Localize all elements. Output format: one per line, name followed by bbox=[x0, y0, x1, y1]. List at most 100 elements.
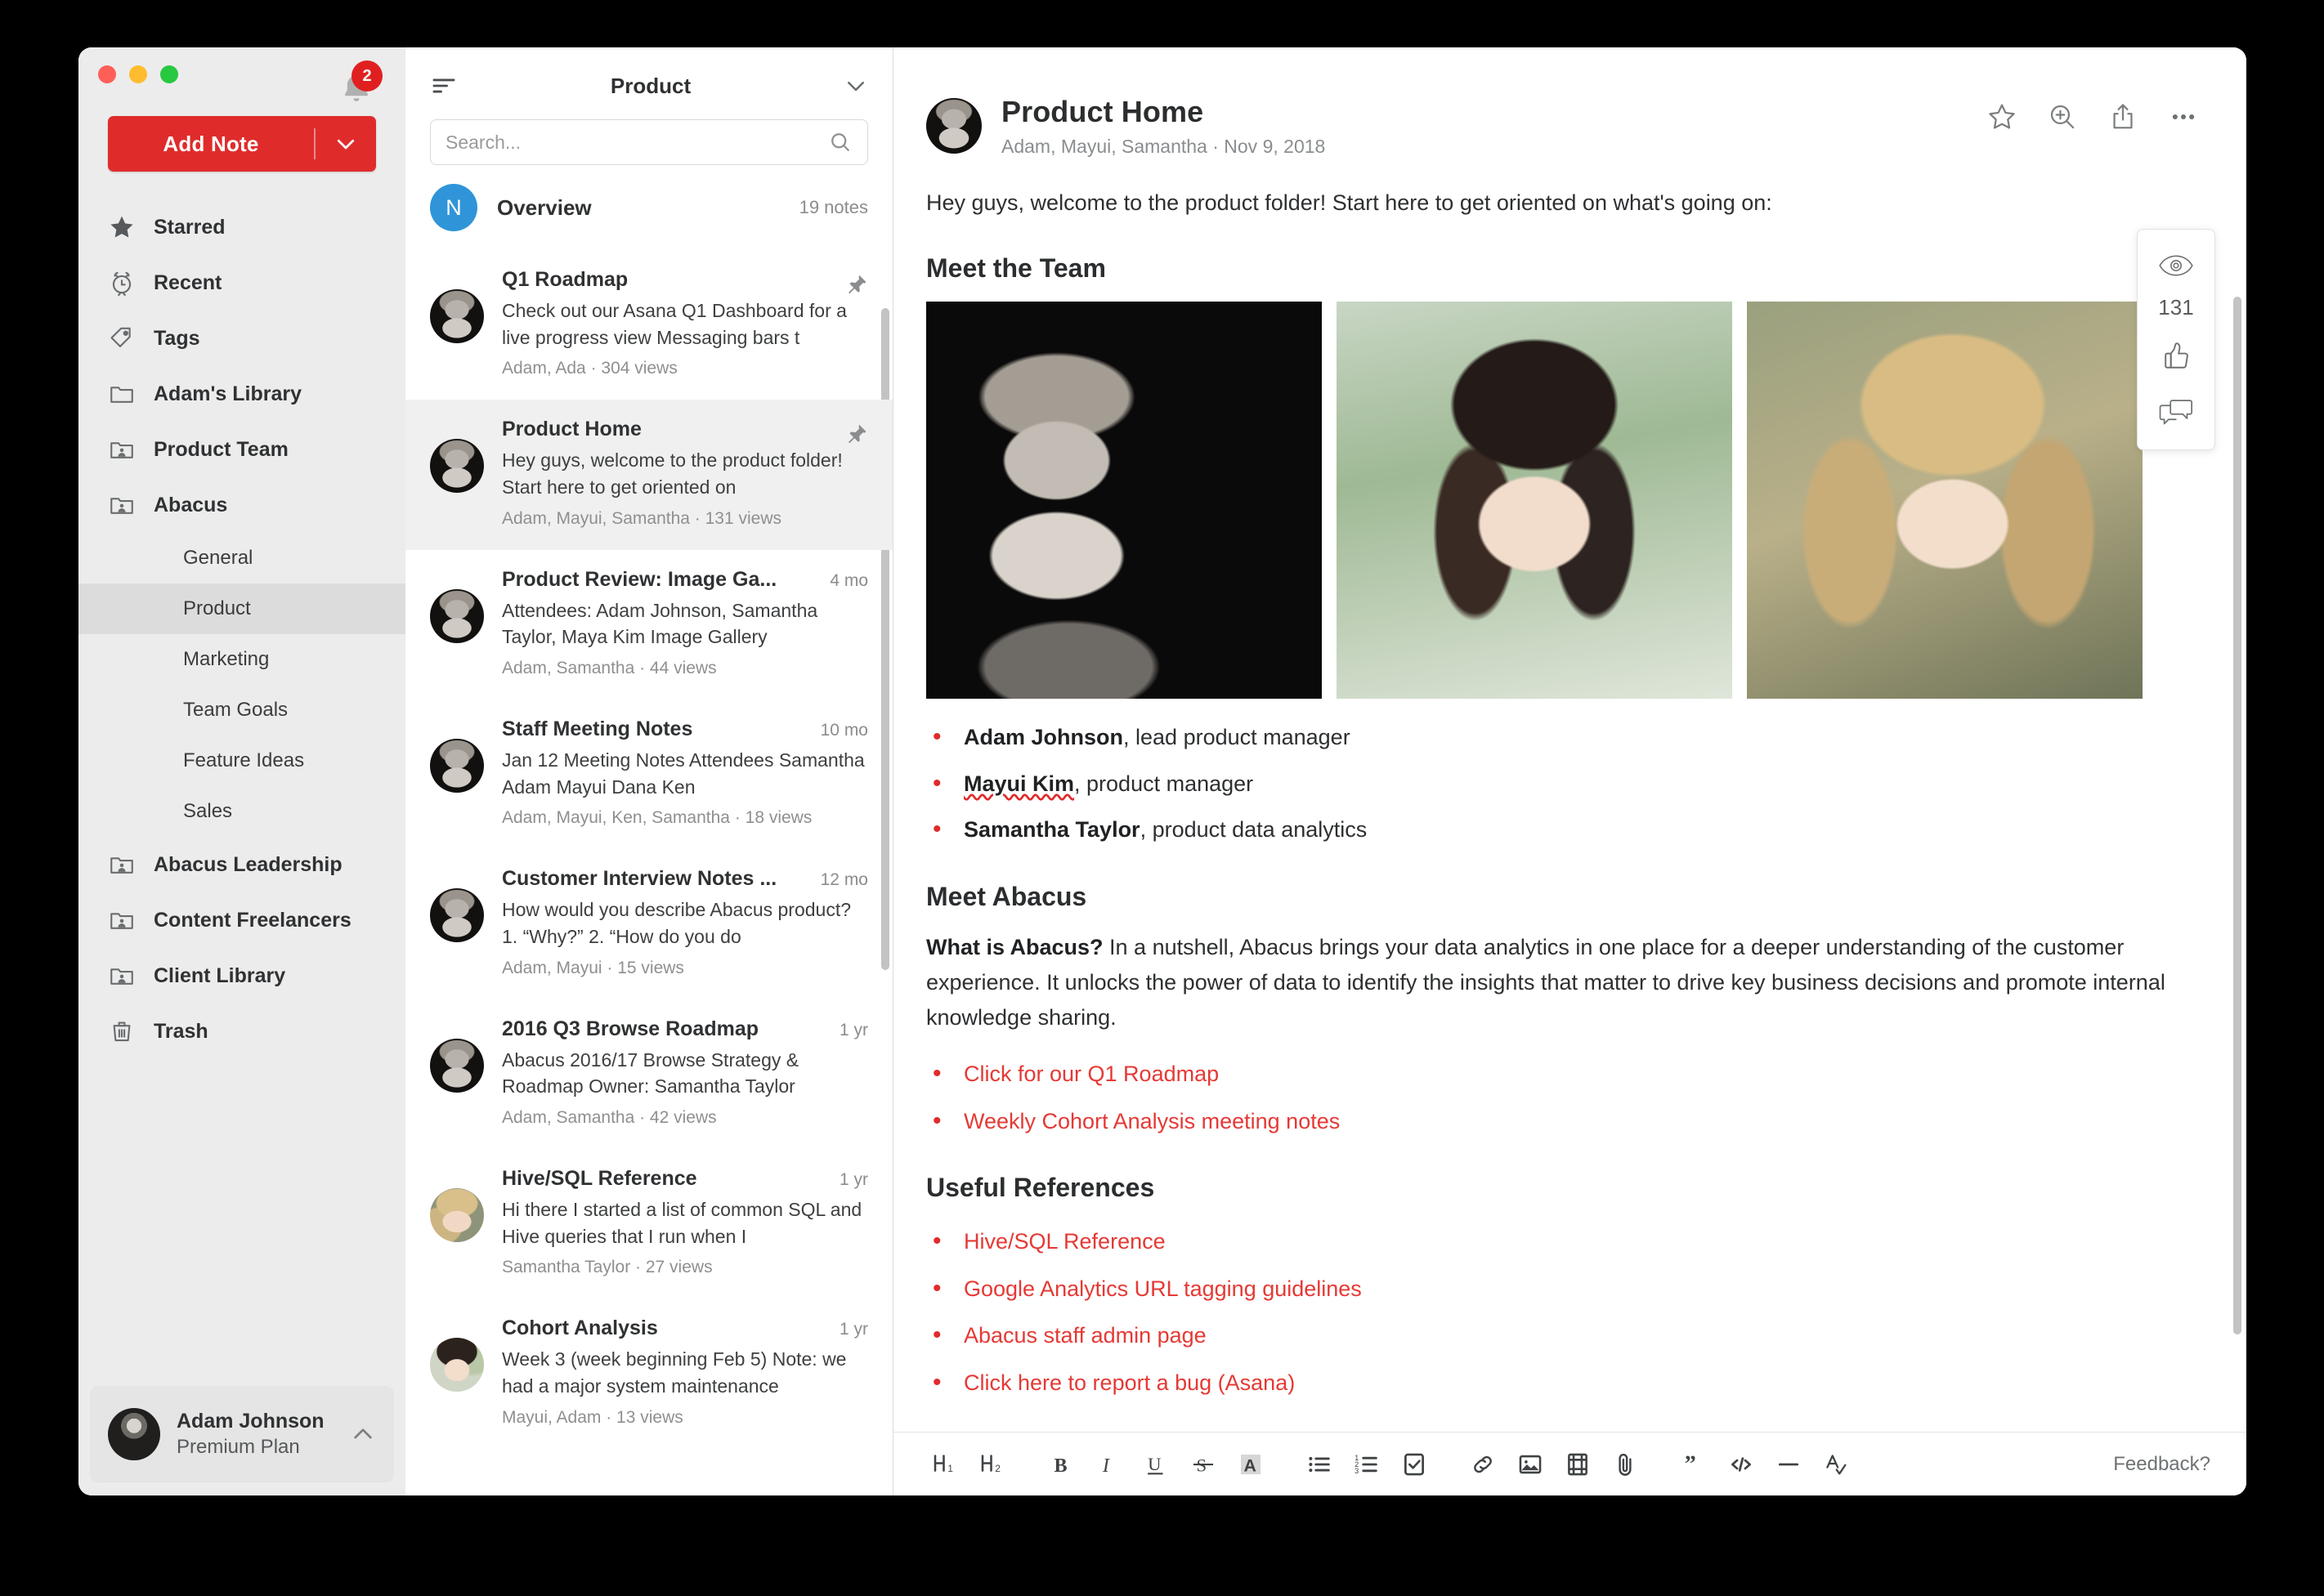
note-list-item[interactable]: Customer Interview Notes ... 12 mo How w… bbox=[405, 849, 893, 999]
note-title: 2016 Q3 Browse Roadmap bbox=[502, 1017, 759, 1040]
note-title: Product Review: Image Ga... bbox=[502, 567, 777, 591]
link-abacus-staff-admin[interactable]: Abacus staff admin page bbox=[964, 1323, 1207, 1348]
attachment-icon[interactable] bbox=[1601, 1441, 1649, 1488]
search-bar[interactable] bbox=[430, 119, 868, 165]
sidebar-item-tags[interactable]: Tags bbox=[78, 311, 405, 366]
sidebar-item-label: Content Freelancers bbox=[154, 908, 352, 932]
strikethrough-icon[interactable]: S bbox=[1180, 1441, 1227, 1488]
add-note-button[interactable]: Add Note bbox=[108, 116, 376, 172]
horizontal-rule-icon[interactable] bbox=[1765, 1441, 1812, 1488]
pin-icon[interactable] bbox=[845, 422, 868, 445]
overview-row[interactable]: N Overview 19 notes bbox=[405, 165, 893, 250]
note-content[interactable]: Hey guys, welcome to the product folder!… bbox=[893, 158, 2246, 1432]
note-list-title: Product bbox=[610, 73, 692, 98]
notifications-button[interactable]: 2 bbox=[337, 60, 383, 108]
link-hive-sql-reference[interactable]: Hive/SQL Reference bbox=[964, 1229, 1166, 1254]
sidebar-subitem-general[interactable]: General bbox=[78, 533, 405, 583]
code-icon[interactable] bbox=[1717, 1441, 1765, 1488]
video-icon[interactable] bbox=[1554, 1441, 1601, 1488]
svg-text:1: 1 bbox=[947, 1463, 953, 1474]
note-meta: Adam, Ada · 304 views bbox=[502, 359, 678, 378]
bulleted-list-icon[interactable] bbox=[1296, 1441, 1343, 1488]
note-list-item[interactable]: Product Review: Image Ga... 4 mo Attende… bbox=[405, 550, 893, 700]
link-icon[interactable] bbox=[1459, 1441, 1507, 1488]
sidebar-item-label: Trash bbox=[154, 1019, 208, 1043]
samantha-photo bbox=[1747, 302, 2143, 699]
heading-1-icon[interactable]: 1 bbox=[921, 1441, 969, 1488]
link-ga-url-tagging[interactable]: Google Analytics URL tagging guidelines bbox=[964, 1276, 1362, 1301]
sidebar-item-content-freelancers[interactable]: Content Freelancers bbox=[78, 892, 405, 948]
quote-icon[interactable]: ” bbox=[1670, 1441, 1717, 1488]
more-horizontal-icon[interactable] bbox=[2168, 101, 2199, 132]
sidebar-subitem-product[interactable]: Product bbox=[78, 583, 405, 634]
sidebar-subitem-sales[interactable]: Sales bbox=[78, 786, 405, 837]
heading-2-icon[interactable]: 2 bbox=[969, 1441, 1016, 1488]
note-list-item[interactable]: Hive/SQL Reference 1 yr Hi there I start… bbox=[405, 1149, 893, 1299]
add-note-dropdown-button[interactable] bbox=[316, 132, 376, 156]
zoom-in-icon[interactable] bbox=[2047, 101, 2078, 132]
close-button[interactable] bbox=[98, 65, 116, 83]
sidebar-subitem-team-goals[interactable]: Team Goals bbox=[78, 685, 405, 735]
note-list-scroll-area[interactable]: N Overview 19 notes Q1 Roadmap Check out… bbox=[405, 165, 893, 1495]
chevron-down-icon[interactable] bbox=[844, 74, 868, 98]
note-timestamp: 10 mo bbox=[820, 720, 868, 740]
note-snippet: Check out our Asana Q1 Dashboard for a l… bbox=[502, 300, 847, 348]
profile-plan: Premium Plan bbox=[177, 1436, 300, 1458]
note-list-item[interactable]: 2016 Q3 Browse Roadmap 1 yr Abacus 2016/… bbox=[405, 999, 893, 1149]
sidebar-item-starred[interactable]: Starred bbox=[78, 199, 405, 255]
minimize-button[interactable] bbox=[129, 65, 147, 83]
list-item: Google Analytics URL tagging guidelines bbox=[926, 1273, 2199, 1304]
highlight-icon[interactable]: A bbox=[1227, 1441, 1274, 1488]
search-icon[interactable] bbox=[828, 130, 853, 154]
image-icon[interactable] bbox=[1507, 1441, 1554, 1488]
sidebar-item-product-team[interactable]: Product Team bbox=[78, 422, 405, 477]
clock-icon bbox=[108, 269, 154, 297]
link-cohort-analysis[interactable]: Weekly Cohort Analysis meeting notes bbox=[964, 1109, 1340, 1133]
link-q1-roadmap[interactable]: Click for our Q1 Roadmap bbox=[964, 1062, 1219, 1086]
avatar bbox=[430, 738, 484, 793]
sort-icon[interactable] bbox=[430, 72, 458, 100]
note-list-item[interactable]: Staff Meeting Notes 10 mo Jan 12 Meeting… bbox=[405, 700, 893, 849]
note-snippet: Week 3 (week beginning Feb 5) Note: we h… bbox=[502, 1348, 847, 1397]
view-count-button[interactable] bbox=[2158, 243, 2194, 288]
link-report-a-bug[interactable]: Click here to report a bug (Asana) bbox=[964, 1370, 1295, 1395]
svg-text:2: 2 bbox=[995, 1463, 1001, 1474]
checklist-icon[interactable] bbox=[1390, 1441, 1438, 1488]
sidebar-subitem-marketing[interactable]: Marketing bbox=[78, 634, 405, 685]
user-profile-button[interactable]: Adam Johnson Premium Plan bbox=[90, 1386, 394, 1482]
bold-icon[interactable]: B bbox=[1037, 1441, 1085, 1488]
maximize-button[interactable] bbox=[160, 65, 178, 83]
note-title: Hive/SQL Reference bbox=[502, 1166, 697, 1190]
sidebar-item-abacus[interactable]: Abacus bbox=[78, 477, 405, 533]
pin-icon[interactable] bbox=[845, 273, 868, 296]
note-list-item[interactable]: Q1 Roadmap Check out our Asana Q1 Dashbo… bbox=[405, 250, 893, 400]
feedback-link[interactable]: Feedback? bbox=[2113, 1453, 2210, 1476]
sidebar-item-client-library[interactable]: Client Library bbox=[78, 948, 405, 1004]
share-icon[interactable] bbox=[2107, 101, 2138, 132]
sidebar-item-trash[interactable]: Trash bbox=[78, 1004, 405, 1059]
sidebar-item-adams-library[interactable]: Adam's Library bbox=[78, 366, 405, 422]
chevron-up-icon[interactable] bbox=[350, 1421, 376, 1447]
spellcheck-icon[interactable] bbox=[1812, 1441, 1860, 1488]
note-list-item[interactable]: Cohort Analysis 1 yr Week 3 (week beginn… bbox=[405, 1299, 893, 1448]
sidebar-item-recent[interactable]: Recent bbox=[78, 255, 405, 311]
italic-icon[interactable]: I bbox=[1085, 1441, 1132, 1488]
underline-icon[interactable]: U bbox=[1132, 1441, 1180, 1488]
sidebar-nav: Starred Recent Tags Adam's Library Produ… bbox=[78, 199, 405, 1386]
section-heading-abacus: Meet Abacus bbox=[926, 881, 1087, 911]
search-input[interactable] bbox=[446, 131, 828, 154]
note-content-scrollbar[interactable] bbox=[2233, 297, 2241, 1334]
comment-button[interactable] bbox=[2158, 389, 2194, 435]
note-timestamp: 12 mo bbox=[820, 870, 868, 890]
note-list-item[interactable]: Product Home Hey guys, welcome to the pr… bbox=[405, 400, 893, 550]
star-outline-icon[interactable] bbox=[1986, 101, 2017, 132]
sidebar-subitem-label: Sales bbox=[183, 800, 233, 822]
note-meta: Samantha Taylor · 27 views bbox=[502, 1258, 713, 1277]
sidebar-subitem-feature-ideas[interactable]: Feature Ideas bbox=[78, 735, 405, 786]
note-list-panel: Product N Overview 19 notes bbox=[405, 47, 893, 1495]
team-member-name: Samantha Taylor bbox=[964, 817, 1140, 843]
adam-photo bbox=[926, 302, 1322, 699]
sidebar-item-abacus-leadership[interactable]: Abacus Leadership bbox=[78, 837, 405, 892]
like-button[interactable] bbox=[2159, 332, 2193, 378]
numbered-list-icon[interactable]: 123 bbox=[1343, 1441, 1390, 1488]
